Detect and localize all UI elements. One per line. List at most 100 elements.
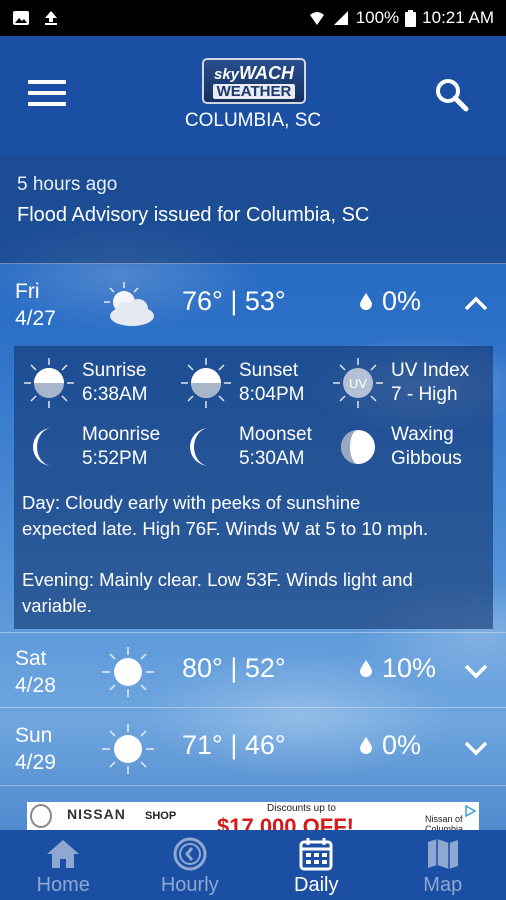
- moon-phase-line1: Waxing: [391, 424, 454, 445]
- evening-forecast-text: Evening: Mainly clear. Low 53F. Winds li…: [22, 567, 492, 619]
- sunrise-detail: Sunrise 6:38AM: [22, 356, 147, 410]
- map-icon: [427, 839, 458, 869]
- sunrise-time: 6:38AM: [82, 384, 148, 405]
- chevron-down-icon[interactable]: [462, 657, 490, 685]
- day-forecast-text: Day: Cloudy early with peeks of sunshine…: [22, 490, 492, 542]
- moon-phase-detail: Waxing Gibbous: [331, 420, 462, 474]
- precip-chance: 0%: [382, 286, 422, 316]
- menu-icon-bar: [28, 91, 66, 95]
- uv-label: UV Index: [391, 360, 470, 381]
- nav-hourly-label: Hourly: [160, 874, 219, 896]
- logo-text-small: sky: [213, 65, 240, 83]
- partly-cloudy-icon: [104, 282, 154, 326]
- day-row[interactable]: Sun 4/29 71° | 46° 0%: [0, 710, 506, 786]
- day-forecast-line: Day: Cloudy early with peeks of sunshine: [22, 492, 361, 513]
- menu-icon-bar: [28, 102, 66, 106]
- ad-offer: $17,000 OFF!: [217, 814, 354, 830]
- sunrise-label: Sunrise: [82, 360, 147, 381]
- nav-map[interactable]: Map: [380, 830, 506, 900]
- chevron-down-icon[interactable]: [462, 734, 490, 762]
- uv-index-detail: UV UV Index 7 - High: [331, 356, 469, 410]
- moonset-icon: [190, 428, 209, 466]
- raindrop-icon: [360, 660, 372, 677]
- evening-forecast-line: variable.: [22, 595, 92, 616]
- nissan-logo-icon: [30, 804, 52, 828]
- logo-text-big: WACH: [239, 62, 295, 83]
- logo-text-weather: WEATHER: [212, 83, 296, 99]
- day-details-panel: Sunrise 6:38AM Sunset 8:04PM UV UV Index 7 …: [14, 346, 493, 629]
- precip-chance: 10%: [382, 653, 437, 683]
- day-date: 4/28: [15, 674, 56, 697]
- day-date: 4/27: [15, 307, 56, 330]
- nav-hourly[interactable]: Hourly: [127, 830, 254, 900]
- menu-button[interactable]: [28, 80, 66, 110]
- moonrise-time: 5:52PM: [82, 448, 148, 469]
- moonrise-label: Moonrise: [82, 424, 161, 445]
- sunset-icon: [181, 358, 231, 408]
- raindrop-icon: [360, 737, 372, 754]
- moon-phase-line2: Gibbous: [391, 448, 462, 469]
- chevron-up-icon[interactable]: [462, 290, 490, 318]
- nav-daily[interactable]: Daily: [253, 830, 380, 900]
- nav-map-label: Map: [423, 874, 463, 896]
- calendar-icon: [299, 838, 333, 871]
- location-label[interactable]: COLUMBIA, SC: [0, 110, 506, 132]
- nav-home[interactable]: Home: [0, 830, 127, 900]
- sunny-icon: [102, 647, 154, 697]
- ad-discount-label: Discounts up to: [267, 803, 336, 814]
- sunny-icon: [102, 724, 154, 774]
- battery-percent: 100%: [355, 8, 400, 27]
- precipitation: 10%: [360, 653, 436, 684]
- bottom-navigation: Home Hourly Daily Map: [0, 830, 506, 900]
- menu-icon-bar: [28, 80, 66, 84]
- adchoices-icon[interactable]: [463, 804, 477, 818]
- moonset-time: 5:30AM: [239, 448, 305, 469]
- day-date: 4/29: [15, 751, 56, 774]
- sunset-detail: Sunset 8:04PM: [179, 356, 304, 410]
- ad-banner[interactable]: NISSAN SHOP Discounts up to $17,000 OFF!…: [27, 802, 479, 830]
- sunrise-icon: [24, 358, 74, 408]
- day-row[interactable]: Fri 4/27 76° | 53° 0%: [0, 266, 506, 342]
- precipitation: 0%: [360, 730, 421, 761]
- app-header: skyWACH WEATHER COLUMBIA, SC: [0, 36, 506, 156]
- moonset-label: Moonset: [239, 424, 312, 445]
- sunset-label: Sunset: [239, 360, 299, 381]
- day-name: Sat: [15, 647, 47, 670]
- moonset-detail: Moonset 5:30AM: [179, 420, 312, 474]
- moonrise-icon: [33, 428, 52, 466]
- nav-daily-label: Daily: [294, 874, 339, 896]
- uv-value: 7 - High: [391, 384, 458, 405]
- raindrop-icon: [360, 293, 372, 310]
- uv-icon-text: UV: [349, 376, 367, 391]
- skywach-weather-logo: skyWACH WEATHER: [202, 58, 306, 104]
- clock-time: 10:21 AM: [422, 8, 494, 27]
- search-icon[interactable]: [432, 76, 472, 116]
- sunset-time: 8:04PM: [239, 384, 305, 405]
- home-icon: [47, 840, 80, 868]
- battery-icon: [405, 9, 417, 27]
- day-forecast-line: expected late. High 76F. Winds W at 5 to…: [22, 518, 429, 539]
- day-name: Fri: [15, 280, 40, 303]
- day-name: Sun: [15, 724, 53, 747]
- nav-home-label: Home: [36, 874, 90, 896]
- temperature-high-low: 71° | 46°: [182, 730, 286, 760]
- image-notification-icon: [13, 11, 29, 25]
- uv-index-icon: UV: [333, 358, 383, 408]
- temperature-high-low: 76° | 53°: [182, 286, 286, 316]
- upload-notification-icon: [45, 11, 57, 25]
- wifi-icon: [309, 12, 324, 25]
- precipitation: 0%: [360, 286, 421, 317]
- status-bar: 100% 10:21 AM: [0, 0, 506, 36]
- signal-icon: [333, 11, 348, 25]
- waxing-gibbous-moon-icon: [341, 430, 375, 464]
- ad-brand: NISSAN: [67, 806, 126, 822]
- moonrise-detail: Moonrise 5:52PM: [22, 420, 160, 474]
- clock-icon: [173, 837, 207, 871]
- precip-chance: 0%: [382, 730, 422, 760]
- alert-time: 5 hours ago: [17, 174, 118, 195]
- temperature-high-low: 80° | 52°: [182, 653, 286, 683]
- alert-message: Flood Advisory issued for Columbia, SC: [17, 204, 370, 226]
- day-row[interactable]: Sat 4/28 80° | 52° 10%: [0, 632, 506, 708]
- weather-alert[interactable]: 5 hours ago Flood Advisory issued for Co…: [0, 156, 506, 264]
- ad-shop: SHOP: [145, 810, 177, 822]
